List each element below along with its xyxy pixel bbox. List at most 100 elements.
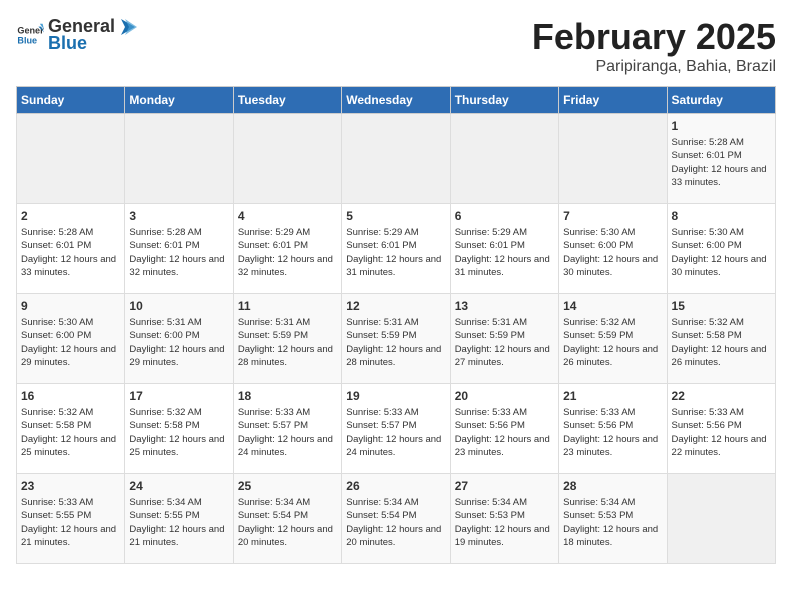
calendar-cell <box>17 114 125 204</box>
calendar-week-row: 23 Sunrise: 5:33 AM Sunset: 5:55 PM Dayli… <box>17 474 776 564</box>
day-info: Sunrise: 5:34 AM Sunset: 5:53 PM Dayligh… <box>563 496 662 549</box>
calendar-cell: 26 Sunrise: 5:34 AM Sunset: 5:54 PM Dayli… <box>342 474 450 564</box>
day-info: Sunrise: 5:33 AM Sunset: 5:56 PM Dayligh… <box>455 406 554 459</box>
calendar-cell: 8Sunrise: 5:30 AM Sunset: 6:00 PM Daylig… <box>667 204 775 294</box>
day-info: Sunrise: 5:34 AM Sunset: 5:54 PM Dayligh… <box>346 496 445 549</box>
day-number: 23 <box>21 479 120 493</box>
day-info: Sunrise: 5:30 AM Sunset: 6:00 PM Dayligh… <box>21 316 120 369</box>
day-number: 21 <box>563 389 662 403</box>
day-info: Sunrise: 5:29 AM Sunset: 6:01 PM Dayligh… <box>455 226 554 279</box>
calendar-cell: 22 Sunrise: 5:33 AM Sunset: 5:56 PM Dayli… <box>667 384 775 474</box>
day-info: Sunrise: 5:28 AM Sunset: 6:01 PM Dayligh… <box>672 136 771 189</box>
calendar-cell: 11 Sunrise: 5:31 AM Sunset: 5:59 PM Dayli… <box>233 294 341 384</box>
day-number: 2 <box>21 209 120 223</box>
day-info: Sunrise: 5:31 AM Sunset: 5:59 PM Dayligh… <box>238 316 337 369</box>
day-number: 4 <box>238 209 337 223</box>
day-info: Sunrise: 5:32 AM Sunset: 5:58 PM Dayligh… <box>129 406 228 459</box>
day-info: Sunrise: 5:30 AM Sunset: 6:00 PM Dayligh… <box>563 226 662 279</box>
day-info: Sunrise: 5:31 AM Sunset: 5:59 PM Dayligh… <box>346 316 445 369</box>
calendar-table: SundayMondayTuesdayWednesdayThursdayFrid… <box>16 86 776 564</box>
day-info: Sunrise: 5:31 AM Sunset: 6:00 PM Dayligh… <box>129 316 228 369</box>
day-info: Sunrise: 5:29 AM Sunset: 6:01 PM Dayligh… <box>238 226 337 279</box>
calendar-cell <box>125 114 233 204</box>
day-info: Sunrise: 5:29 AM Sunset: 6:01 PM Dayligh… <box>346 226 445 279</box>
svg-text:Blue: Blue <box>17 35 37 45</box>
day-number: 24 <box>129 479 228 493</box>
day-number: 13 <box>455 299 554 313</box>
calendar-cell: 15Sunrise: 5:32 AM Sunset: 5:58 PM Dayli… <box>667 294 775 384</box>
day-number: 22 <box>672 389 771 403</box>
calendar-cell: 27 Sunrise: 5:34 AM Sunset: 5:53 PM Dayli… <box>450 474 558 564</box>
day-info: Sunrise: 5:30 AM Sunset: 6:00 PM Dayligh… <box>672 226 771 279</box>
header-day-sunday: Sunday <box>17 87 125 114</box>
calendar-cell: 7 Sunrise: 5:30 AM Sunset: 6:00 PM Daylig… <box>559 204 667 294</box>
day-number: 1 <box>672 119 771 133</box>
day-number: 25 <box>238 479 337 493</box>
calendar-cell: 5 Sunrise: 5:29 AM Sunset: 6:01 PM Daylig… <box>342 204 450 294</box>
header-day-monday: Monday <box>125 87 233 114</box>
calendar-cell <box>450 114 558 204</box>
day-number: 20 <box>455 389 554 403</box>
calendar-cell: 3 Sunrise: 5:28 AM Sunset: 6:01 PM Daylig… <box>125 204 233 294</box>
calendar-cell: 6 Sunrise: 5:29 AM Sunset: 6:01 PM Daylig… <box>450 204 558 294</box>
header-day-wednesday: Wednesday <box>342 87 450 114</box>
day-number: 18 <box>238 389 337 403</box>
day-info: Sunrise: 5:34 AM Sunset: 5:54 PM Dayligh… <box>238 496 337 549</box>
day-number: 6 <box>455 209 554 223</box>
day-info: Sunrise: 5:34 AM Sunset: 5:55 PM Dayligh… <box>129 496 228 549</box>
day-number: 14 <box>563 299 662 313</box>
day-info: Sunrise: 5:32 AM Sunset: 5:59 PM Dayligh… <box>563 316 662 369</box>
calendar-header-row: SundayMondayTuesdayWednesdayThursdayFrid… <box>17 87 776 114</box>
header-day-tuesday: Tuesday <box>233 87 341 114</box>
calendar-cell: 24 Sunrise: 5:34 AM Sunset: 5:55 PM Dayli… <box>125 474 233 564</box>
header-day-saturday: Saturday <box>667 87 775 114</box>
calendar-cell: 9Sunrise: 5:30 AM Sunset: 6:00 PM Daylig… <box>17 294 125 384</box>
calendar-cell: 23 Sunrise: 5:33 AM Sunset: 5:55 PM Dayli… <box>17 474 125 564</box>
calendar-cell: 10 Sunrise: 5:31 AM Sunset: 6:00 PM Dayli… <box>125 294 233 384</box>
day-number: 28 <box>563 479 662 493</box>
day-info: Sunrise: 5:32 AM Sunset: 5:58 PM Dayligh… <box>21 406 120 459</box>
calendar-cell: 13 Sunrise: 5:31 AM Sunset: 5:59 PM Dayli… <box>450 294 558 384</box>
day-number: 3 <box>129 209 228 223</box>
calendar-cell <box>667 474 775 564</box>
calendar-cell <box>233 114 341 204</box>
day-info: Sunrise: 5:33 AM Sunset: 5:56 PM Dayligh… <box>672 406 771 459</box>
calendar-week-row: 9Sunrise: 5:30 AM Sunset: 6:00 PM Daylig… <box>17 294 776 384</box>
calendar-cell: 2 Sunrise: 5:28 AM Sunset: 6:01 PM Daylig… <box>17 204 125 294</box>
calendar-week-row: 16Sunrise: 5:32 AM Sunset: 5:58 PM Dayli… <box>17 384 776 474</box>
day-info: Sunrise: 5:28 AM Sunset: 6:01 PM Dayligh… <box>21 226 120 279</box>
day-number: 27 <box>455 479 554 493</box>
calendar-cell: 16Sunrise: 5:32 AM Sunset: 5:58 PM Dayli… <box>17 384 125 474</box>
day-number: 11 <box>238 299 337 313</box>
day-info: Sunrise: 5:31 AM Sunset: 5:59 PM Dayligh… <box>455 316 554 369</box>
calendar-cell: 25 Sunrise: 5:34 AM Sunset: 5:54 PM Dayli… <box>233 474 341 564</box>
calendar-cell: 1 Sunrise: 5:28 AM Sunset: 6:01 PM Daylig… <box>667 114 775 204</box>
day-info: Sunrise: 5:33 AM Sunset: 5:57 PM Dayligh… <box>346 406 445 459</box>
day-number: 17 <box>129 389 228 403</box>
calendar-cell <box>342 114 450 204</box>
calendar-cell: 14 Sunrise: 5:32 AM Sunset: 5:59 PM Dayli… <box>559 294 667 384</box>
logo: General Blue General Blue <box>16 16 137 54</box>
day-info: Sunrise: 5:28 AM Sunset: 6:01 PM Dayligh… <box>129 226 228 279</box>
calendar-cell: 4 Sunrise: 5:29 AM Sunset: 6:01 PM Daylig… <box>233 204 341 294</box>
calendar-week-row: 2 Sunrise: 5:28 AM Sunset: 6:01 PM Daylig… <box>17 204 776 294</box>
calendar-week-row: 1 Sunrise: 5:28 AM Sunset: 6:01 PM Daylig… <box>17 114 776 204</box>
calendar-cell: 12Sunrise: 5:31 AM Sunset: 5:59 PM Dayli… <box>342 294 450 384</box>
day-number: 19 <box>346 389 445 403</box>
day-number: 10 <box>129 299 228 313</box>
calendar-cell: 20 Sunrise: 5:33 AM Sunset: 5:56 PM Dayli… <box>450 384 558 474</box>
day-info: Sunrise: 5:32 AM Sunset: 5:58 PM Dayligh… <box>672 316 771 369</box>
title-area: February 2025 Paripiranga, Bahia, Brazil <box>532 16 776 76</box>
calendar-cell: 28 Sunrise: 5:34 AM Sunset: 5:53 PM Dayli… <box>559 474 667 564</box>
day-number: 5 <box>346 209 445 223</box>
logo-icon: General Blue <box>16 21 44 49</box>
logo-arrow-icon <box>117 17 137 37</box>
calendar-cell: 18Sunrise: 5:33 AM Sunset: 5:57 PM Dayli… <box>233 384 341 474</box>
header-day-thursday: Thursday <box>450 87 558 114</box>
day-info: Sunrise: 5:33 AM Sunset: 5:55 PM Dayligh… <box>21 496 120 549</box>
calendar-cell: 19 Sunrise: 5:33 AM Sunset: 5:57 PM Dayli… <box>342 384 450 474</box>
page-title: February 2025 <box>532 16 776 58</box>
day-number: 7 <box>563 209 662 223</box>
day-number: 26 <box>346 479 445 493</box>
day-info: Sunrise: 5:34 AM Sunset: 5:53 PM Dayligh… <box>455 496 554 549</box>
